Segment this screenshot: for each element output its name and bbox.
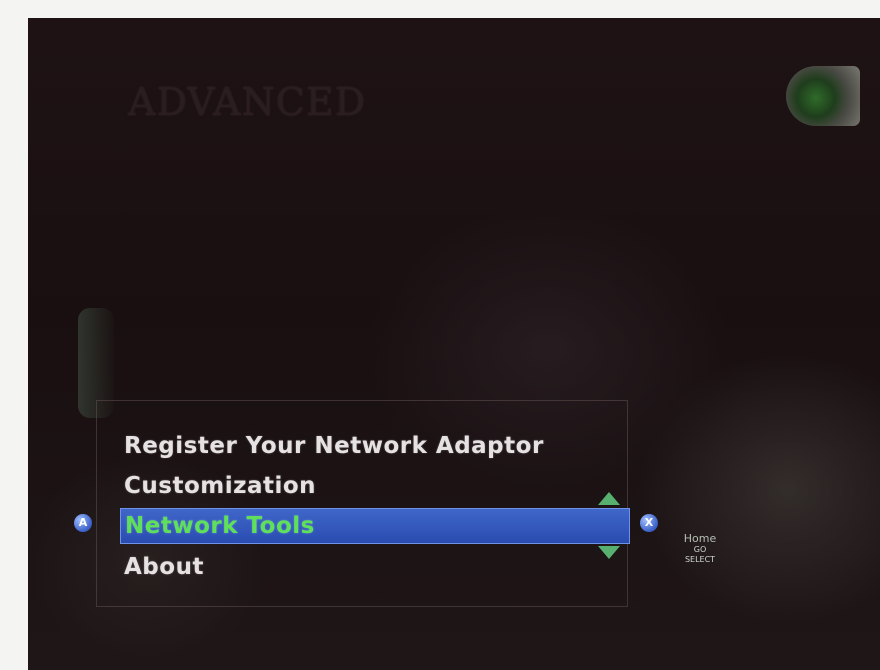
menu-item-network-tools[interactable]: Network Tools: [120, 508, 630, 544]
scroll-down-arrow-icon[interactable]: [598, 546, 620, 559]
x-button-icon[interactable]: X: [640, 514, 658, 532]
hint-title: Home: [683, 532, 717, 545]
a-button-icon[interactable]: A: [74, 514, 92, 532]
menu-item-about[interactable]: About: [120, 547, 630, 587]
green-orb-icon: [786, 66, 860, 126]
controller-hint: Home GO SELECT: [670, 532, 730, 565]
hint-line-select: SELECT: [684, 555, 716, 564]
page-title: ADVANCED: [128, 80, 367, 124]
advanced-menu: Register Your Network Adaptor Customizat…: [120, 426, 630, 587]
menu-item-register-network-adaptor[interactable]: Register Your Network Adaptor: [120, 426, 630, 466]
hint-line-go: GO: [693, 545, 707, 554]
menu-item-customization[interactable]: Customization: [120, 466, 630, 506]
scroll-up-arrow-icon[interactable]: [598, 492, 620, 505]
